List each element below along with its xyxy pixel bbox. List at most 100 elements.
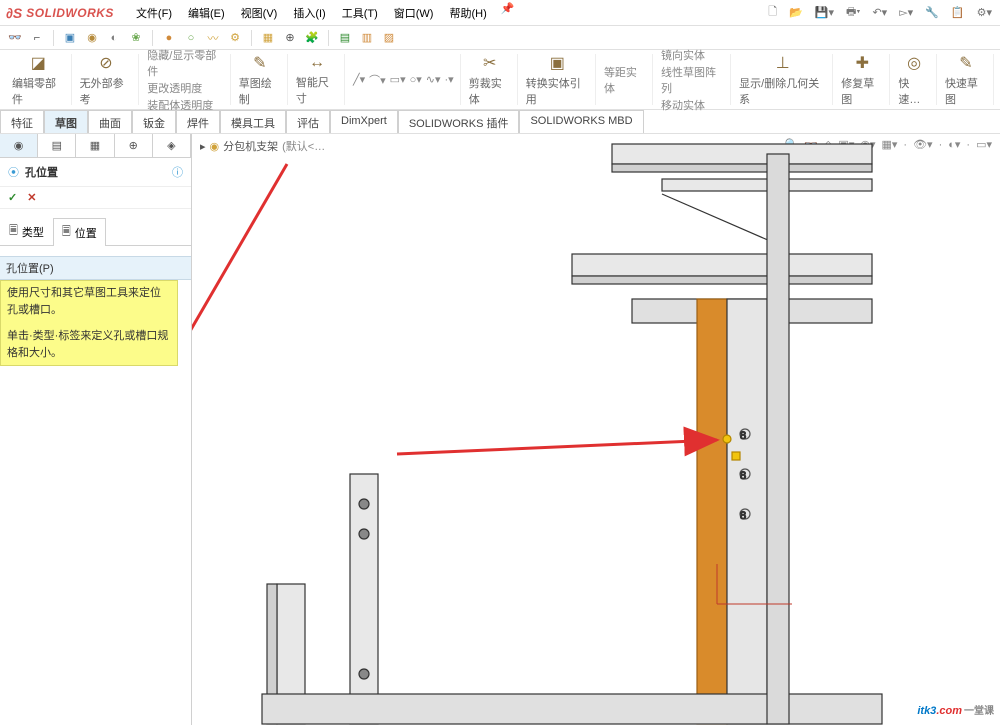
ribbon-quick-sketch[interactable]: ✎快速草图	[939, 54, 994, 105]
menu-insert[interactable]: 插入(I)	[285, 2, 333, 24]
panel-tab-feature[interactable]: ◉	[0, 134, 38, 157]
menu-file[interactable]: 文件(F)	[128, 2, 180, 24]
view-icon-2[interactable]: ◉	[83, 29, 101, 47]
panel-tab-dim[interactable]: ⊕	[115, 134, 153, 157]
arc-tool-icon[interactable]: ⌒▾	[369, 72, 386, 88]
spline-tool-icon[interactable]: ∿▾	[426, 73, 441, 86]
ribbon-offset[interactable]: 等距实体	[598, 54, 653, 105]
command-tabs: 特征 草图 曲面 钣金 焊件 模具工具 评估 DimXpert SOLIDWOR…	[0, 110, 1000, 134]
title-bar: ∂S SOLIDWORKS 文件(F) 编辑(E) 视图(V) 插入(I) 工具…	[0, 0, 1000, 26]
ok-button[interactable]: ✓	[8, 191, 17, 204]
glasses-icon[interactable]: 👓	[6, 29, 24, 47]
gear-icon[interactable]: ⚙	[226, 29, 244, 47]
sub-tab-position[interactable]: 🗏位置	[53, 218, 106, 246]
tab-evaluate[interactable]: 评估	[286, 110, 330, 133]
tab-sketch[interactable]: 草图	[44, 110, 88, 133]
toolbox-icon[interactable]: 🧩	[303, 29, 321, 47]
menu-tools[interactable]: 工具(T)	[334, 2, 386, 24]
point-tool-icon[interactable]: ·▾	[445, 73, 454, 86]
hole-position-icon: ⦿	[8, 164, 19, 180]
tab-weldment[interactable]: 焊件	[176, 110, 220, 133]
feature-sub-tabs: 🗏类型 🗏位置	[0, 217, 191, 246]
tab-plugins[interactable]: SOLIDWORKS 插件	[398, 110, 520, 133]
panel-tab-config[interactable]: ▦	[76, 134, 114, 157]
new-icon[interactable]: 🗋	[766, 1, 779, 24]
rapid-icon: ◎	[907, 53, 921, 73]
excel-icon[interactable]: ▤	[336, 29, 354, 47]
svg-text:8: 8	[740, 430, 746, 442]
circle-icon[interactable]: ○	[182, 29, 200, 47]
ribbon-convert[interactable]: ▣转换实体引用	[520, 54, 596, 105]
type-tab-icon: 🗏	[9, 222, 18, 241]
svg-text:8: 8	[740, 510, 746, 522]
config-icon[interactable]: ▥	[358, 29, 376, 47]
repair-icon: ✚	[856, 53, 869, 73]
panel-tab-property[interactable]: ▤	[38, 134, 76, 157]
measure-icon[interactable]: ▦	[259, 29, 277, 47]
ribbon-rapid[interactable]: ◎快速…	[892, 54, 937, 105]
edit-part-icon: ◪	[31, 53, 46, 73]
line-tool-icon[interactable]: ╱▾	[353, 73, 365, 86]
view-icon-1[interactable]: ▣	[61, 29, 79, 47]
menu-edit[interactable]: 编辑(E)	[180, 2, 233, 24]
panel-tab-display[interactable]: ◈	[153, 134, 191, 157]
rect-tool-icon[interactable]: ▭▾	[390, 73, 406, 86]
ribbon-relations[interactable]: ⊥显示/删除几何关系	[733, 54, 833, 105]
render-icon[interactable]: ▨	[380, 29, 398, 47]
app-name: SOLIDWORKS	[26, 6, 114, 20]
convert-icon: ▣	[550, 53, 565, 73]
ribbon-sketch-tools[interactable]: ╱▾ ⌒▾ ▭▾ ○▾ ∿▾ ·▾	[347, 54, 461, 105]
quick-access-toolbar: 🗋 📂 💾▾ 🖶▾ ↶▾ ▻▾ 🔧 📋 ⚙▾	[766, 1, 994, 24]
settings-icon[interactable]: ⚙▾	[975, 4, 994, 21]
watermark: itk3.com一堂课	[917, 693, 994, 721]
command-ribbon: ◪编辑零部件 ⊘无外部参考 隐藏/显示零部件 更改透明度 装配体透明度 ✎草图绘…	[0, 50, 1000, 110]
tab-mbd[interactable]: SOLIDWORKS MBD	[519, 110, 643, 133]
relations-icon: ⊥	[776, 53, 790, 73]
dimension-icon: ↔	[309, 54, 325, 72]
tab-sheetmetal[interactable]: 钣金	[132, 110, 176, 133]
feature-title: 孔位置	[25, 164, 166, 180]
cancel-button[interactable]: ✕	[27, 191, 36, 204]
save-icon[interactable]: 💾▾	[813, 4, 836, 21]
trim-icon: ✂	[483, 53, 496, 73]
dim-icon[interactable]: ⊕	[281, 29, 299, 47]
tab-surface[interactable]: 曲面	[88, 110, 132, 133]
circle-tool-icon[interactable]: ○▾	[410, 73, 422, 86]
select-icon[interactable]: ▻▾	[897, 4, 915, 21]
ribbon-smart-dim[interactable]: ↔智能尺寸	[290, 54, 345, 105]
tab-dimxpert[interactable]: DimXpert	[330, 110, 398, 133]
open-icon[interactable]: 📂	[787, 4, 805, 21]
panel-tabs: ◉ ▤ ▦ ⊕ ◈	[0, 134, 191, 158]
ribbon-sketch[interactable]: ✎草图绘制	[233, 54, 288, 105]
ribbon-pattern-stack[interactable]: 镜向实体 线性草图阵列 移动实体	[655, 54, 731, 105]
appearance-icon[interactable]: ❀	[127, 29, 145, 47]
ribbon-edit-part[interactable]: ◪编辑零部件	[6, 54, 72, 105]
ribbon-trim[interactable]: ✂剪裁实体	[463, 54, 518, 105]
confirm-bar: ✓ ✕	[0, 187, 191, 209]
help-icon[interactable]: ⓘ	[172, 164, 183, 180]
menu-help[interactable]: 帮助(H)	[441, 2, 494, 24]
menu-view[interactable]: 视图(V)	[233, 2, 286, 24]
tab-mold[interactable]: 模具工具	[220, 110, 286, 133]
wave-icon[interactable]: 〰	[204, 29, 222, 47]
menu-bar: 文件(F) 编辑(E) 视图(V) 插入(I) 工具(T) 窗口(W) 帮助(H…	[128, 2, 515, 24]
rebuild-icon[interactable]: 🔧	[923, 4, 941, 21]
pin-menu-icon[interactable]: 📌	[501, 2, 515, 24]
point-icon[interactable]: ●	[160, 29, 178, 47]
sketch-icon: ✎	[253, 53, 266, 73]
ribbon-visibility-stack[interactable]: 隐藏/显示零部件 更改透明度 装配体透明度	[141, 54, 231, 105]
ribbon-repair[interactable]: ✚修复草图	[835, 54, 890, 105]
help-box: 使用尺寸和其它草图工具来定位孔或槽口。 单击·类型·标签来定义孔或槽口规格和大小…	[0, 280, 178, 366]
line-icon[interactable]: ⌐	[28, 29, 46, 47]
options-icon[interactable]: 📋	[949, 4, 967, 21]
menu-window[interactable]: 窗口(W)	[386, 2, 442, 24]
undo-icon[interactable]: ↶▾	[870, 4, 889, 21]
view-icon-3[interactable]: ◐	[105, 29, 123, 47]
ribbon-no-ext-ref[interactable]: ⊘无外部参考	[74, 54, 140, 105]
sub-tab-type[interactable]: 🗏类型	[0, 217, 53, 245]
graphics-area[interactable]: ▸ ◉ 分包机支架 (默认<… 🔍 👓 ◇ ▣▾ ◉▾ ▦▾ · 👁▾ · ◐▾…	[192, 134, 1000, 725]
no-ref-icon: ⊘	[99, 53, 112, 73]
print-icon[interactable]: 🖶▾	[844, 1, 862, 24]
quick-sketch-icon: ✎	[959, 53, 972, 73]
tab-feature[interactable]: 特征	[0, 110, 44, 133]
